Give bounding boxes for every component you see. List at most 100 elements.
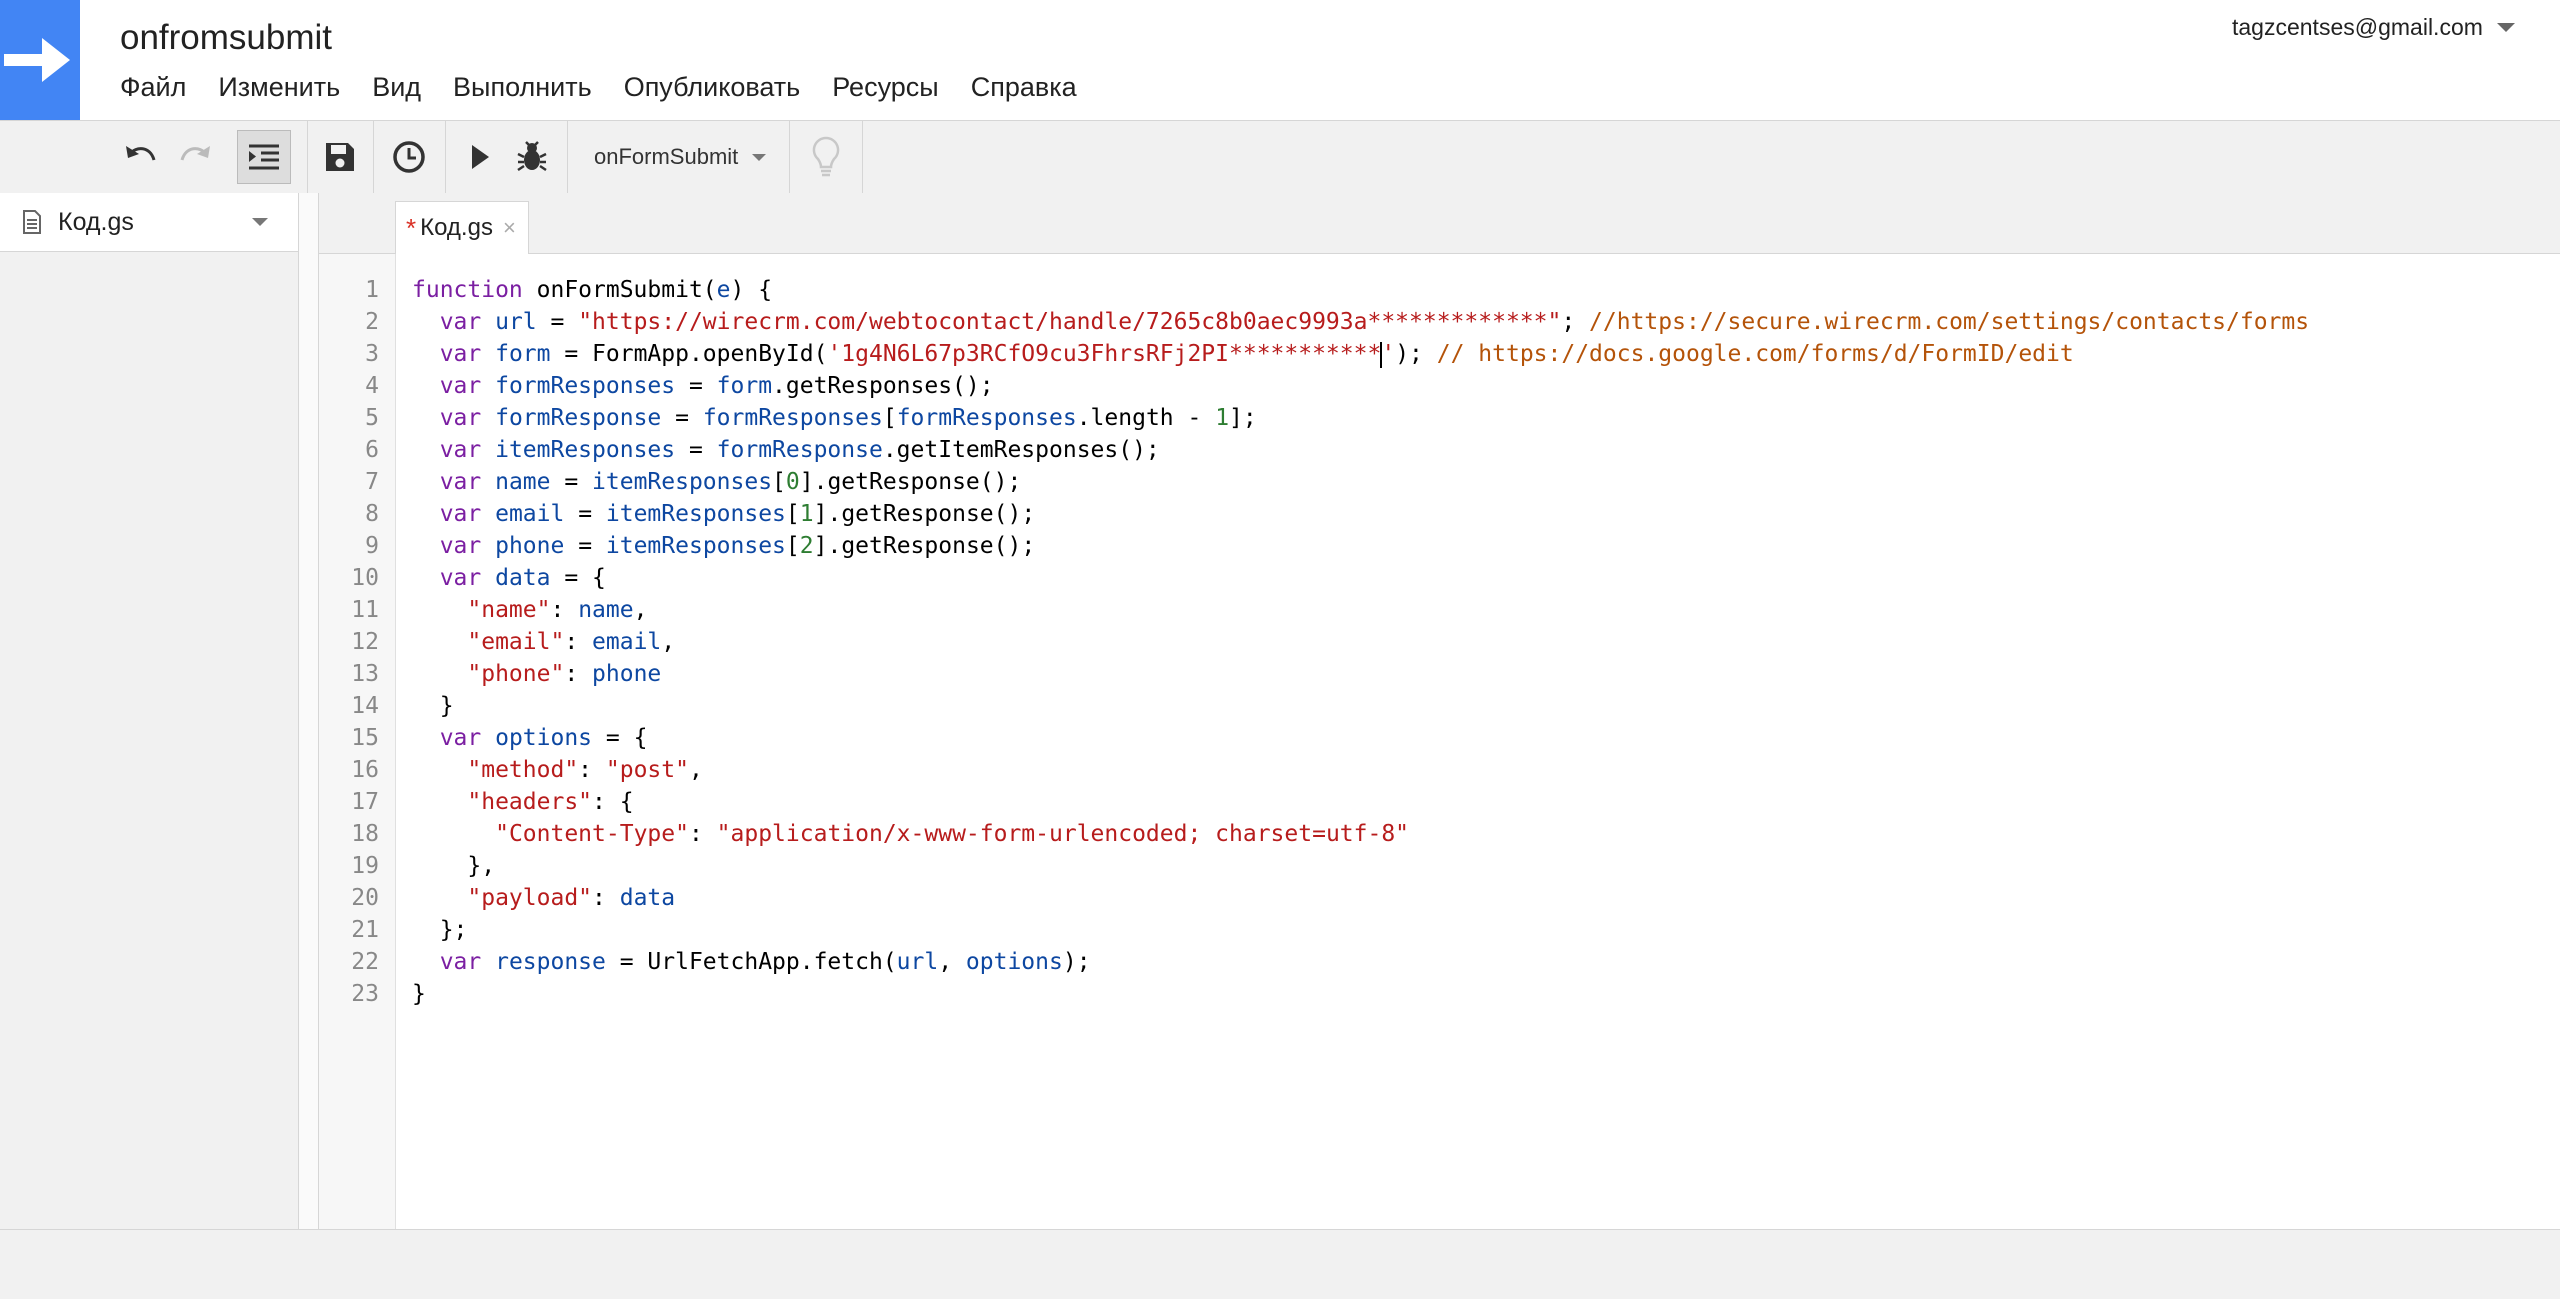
code-line[interactable]: var formResponse = formResponses[formRes… bbox=[412, 402, 2309, 434]
code-token: "Content-Type" bbox=[495, 821, 689, 847]
code-token: phone bbox=[592, 661, 662, 687]
save-button[interactable] bbox=[312, 121, 368, 193]
code-line[interactable]: var response = UrlFetchApp.fetch(url, op… bbox=[412, 946, 2309, 978]
code-token: url bbox=[495, 309, 537, 335]
line-number-gutter: 1 2 3 4 5 6 7 8 9 10 11 12 13 14 15 16 17 18 19 20 21 22 23 bbox=[319, 254, 396, 1229]
status-bar bbox=[0, 1229, 2560, 1299]
redo-button[interactable] bbox=[170, 121, 220, 193]
code-token: , bbox=[633, 597, 648, 623]
code-token: //https://secure.wirecrm.com/settings/co… bbox=[1589, 309, 2310, 335]
account-email: tagzcentses@gmail.com bbox=[2232, 14, 2483, 40]
file-item-code-gs[interactable]: Код.gs bbox=[0, 193, 298, 252]
line-number: 13 bbox=[351, 661, 379, 687]
code-line[interactable]: var itemResponses = formResponse.getItem… bbox=[412, 434, 2309, 466]
code-line[interactable]: var data = { bbox=[412, 562, 2309, 594]
run-button[interactable] bbox=[456, 121, 504, 193]
code-line[interactable]: var form = FormApp.openById('1g4N6L67p3R… bbox=[412, 338, 2309, 370]
code-token: = bbox=[564, 533, 606, 559]
menu-file[interactable]: Файл bbox=[120, 72, 186, 103]
code-token: ]; bbox=[1229, 405, 1257, 431]
code-token: phone bbox=[495, 533, 565, 559]
code-token: , bbox=[688, 757, 703, 783]
code-token: var bbox=[412, 341, 496, 367]
function-select[interactable]: onFormSubmit bbox=[594, 121, 767, 193]
code-token: name bbox=[578, 597, 634, 623]
menu-view[interactable]: Вид bbox=[372, 72, 421, 103]
code-line[interactable]: "email": email, bbox=[412, 626, 2309, 658]
close-icon[interactable]: × bbox=[503, 215, 516, 241]
tab-code-gs[interactable]: * Код.gs × bbox=[395, 201, 529, 254]
code-line[interactable]: var url = "https://wirecrm.com/webtocont… bbox=[412, 306, 2309, 338]
code-token: : bbox=[688, 821, 717, 847]
code-line[interactable]: var options = { bbox=[412, 722, 2309, 754]
code-line[interactable]: var phone = itemResponses[2].getResponse… bbox=[412, 530, 2309, 562]
code-line[interactable]: var email = itemResponses[1].getResponse… bbox=[412, 498, 2309, 530]
chevron-down-icon[interactable] bbox=[252, 218, 268, 226]
debug-icon bbox=[517, 141, 547, 172]
project-title[interactable]: onfromsubmit bbox=[120, 18, 332, 58]
code-token: 0 bbox=[785, 469, 800, 495]
lightbulb-button[interactable] bbox=[800, 121, 852, 193]
code-token: ].getResponse(); bbox=[799, 469, 1022, 495]
code-line[interactable]: "headers": { bbox=[412, 786, 2309, 818]
line-number: 12 bbox=[351, 629, 379, 655]
code-line[interactable]: var formResponses = form.getResponses(); bbox=[412, 370, 2309, 402]
line-number: 23 bbox=[351, 981, 379, 1007]
panel-splitter[interactable] bbox=[299, 193, 319, 1229]
apps-script-logo[interactable] bbox=[0, 0, 80, 120]
line-number: 10 bbox=[351, 565, 379, 591]
code-token: , bbox=[938, 949, 966, 975]
triggers-clock-icon bbox=[393, 141, 425, 173]
code-token: data bbox=[619, 885, 676, 911]
code-line[interactable]: }, bbox=[412, 850, 2309, 882]
line-number: 8 bbox=[365, 501, 379, 527]
code-line[interactable]: "Content-Type": "application/x-www-form-… bbox=[412, 818, 2309, 850]
code-token: .getResponses(); bbox=[772, 373, 994, 399]
undo-button[interactable] bbox=[116, 121, 166, 193]
code-token: }; bbox=[412, 917, 468, 943]
unsaved-marker: * bbox=[406, 212, 417, 243]
triggers-button[interactable] bbox=[380, 121, 438, 193]
toolbar-separator bbox=[789, 121, 790, 193]
code-token: }, bbox=[412, 853, 496, 879]
menu-resources[interactable]: Ресурсы bbox=[832, 72, 938, 103]
code-line[interactable]: "phone": phone bbox=[412, 658, 2309, 690]
line-number: 16 bbox=[351, 757, 379, 783]
code-line[interactable]: }; bbox=[412, 914, 2309, 946]
code-token: function bbox=[412, 277, 537, 303]
code-line[interactable]: } bbox=[412, 690, 2309, 722]
code-token: .length - bbox=[1076, 405, 1216, 431]
code-editor[interactable]: function onFormSubmit(e) { var url = "ht… bbox=[412, 274, 2309, 1010]
toolbar: onFormSubmit bbox=[0, 120, 2560, 194]
indent-toggle-button[interactable] bbox=[236, 121, 292, 193]
undo-icon bbox=[126, 146, 156, 161]
menu-publish[interactable]: Опубликовать bbox=[624, 72, 801, 103]
code-token: "payload" bbox=[467, 885, 593, 911]
menu-edit[interactable]: Изменить bbox=[218, 72, 340, 103]
line-number: 2 bbox=[365, 309, 379, 335]
code-token: 1 bbox=[799, 501, 814, 527]
code-token: data bbox=[495, 565, 551, 591]
code-line[interactable]: "payload": data bbox=[412, 882, 2309, 914]
code-line[interactable]: "name": name, bbox=[412, 594, 2309, 626]
menu-run[interactable]: Выполнить bbox=[453, 72, 592, 103]
code-token: var bbox=[412, 565, 496, 591]
lightbulb-icon bbox=[812, 136, 840, 177]
code-line[interactable]: } bbox=[412, 978, 2309, 1010]
line-number: 6 bbox=[365, 437, 379, 463]
account-switcher[interactable]: tagzcentses@gmail.com bbox=[2232, 14, 2515, 41]
file-document-icon bbox=[23, 210, 41, 234]
menu-help[interactable]: Справка bbox=[971, 72, 1077, 103]
code-line[interactable]: function onFormSubmit(e) { bbox=[412, 274, 2309, 306]
line-number: 7 bbox=[365, 469, 379, 495]
debug-button[interactable] bbox=[508, 121, 556, 193]
code-line[interactable]: var name = itemResponses[0].getResponse(… bbox=[412, 466, 2309, 498]
file-name: Код.gs bbox=[58, 207, 134, 236]
code-line[interactable]: "method": "post", bbox=[412, 754, 2309, 786]
code-token: email bbox=[495, 501, 565, 527]
